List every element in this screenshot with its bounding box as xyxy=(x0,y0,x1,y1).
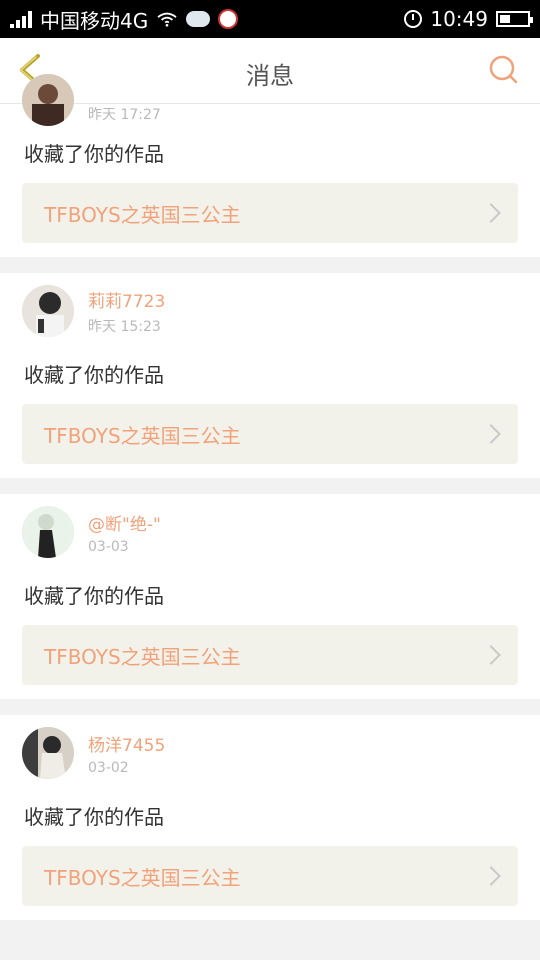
user-row: @断"绝-" 03-03 xyxy=(22,494,518,570)
message-time: 昨天 15:23 xyxy=(88,318,161,335)
work-title: TFBOYS之英国三公主 xyxy=(44,644,241,669)
search-icon[interactable] xyxy=(486,52,522,88)
page-title: 消息 xyxy=(246,62,294,90)
work-title: TFBOYS之英国三公主 xyxy=(44,423,241,448)
weather-icon xyxy=(186,5,211,27)
avatar[interactable] xyxy=(22,285,74,337)
user-name[interactable]: 莉莉7723 xyxy=(88,287,165,312)
wifi-icon xyxy=(157,12,177,27)
message-card: @断"绝-" 03-03 收藏了你的作品 TFBOYS之英国三公主 xyxy=(0,494,540,699)
notification-app-icon xyxy=(218,9,239,29)
message-time: 昨天 17:27 xyxy=(88,107,161,123)
divider xyxy=(0,478,540,494)
chevron-right-icon xyxy=(481,645,501,665)
action-text: 收藏了你的作品 xyxy=(24,805,164,829)
work-link[interactable]: TFBOYS之英国三公主 xyxy=(22,625,518,685)
signal-icon xyxy=(10,10,32,28)
divider xyxy=(0,699,540,715)
chevron-right-icon xyxy=(481,866,501,886)
message-time: 03-02 xyxy=(88,759,129,776)
work-link[interactable]: TFBOYS之英国三公主 xyxy=(22,404,518,464)
user-row: 莉莉7723 昨天 15:23 xyxy=(22,273,518,349)
work-title: TFBOYS之英国三公主 xyxy=(44,865,241,890)
user-meta: @断"绝-" 03-03 xyxy=(88,510,161,555)
avatar[interactable] xyxy=(22,506,74,558)
clock-time: 10:49 xyxy=(430,7,488,31)
work-title: TFBOYS之英国三公主 xyxy=(44,202,241,227)
user-row: 杨洋7455 03-02 xyxy=(22,715,518,791)
user-name[interactable]: @断"绝-" xyxy=(88,510,161,535)
divider xyxy=(0,257,540,273)
status-bar: 中国移动4G 10:49 xyxy=(0,0,540,38)
divider xyxy=(0,920,540,936)
message-time: 03-03 xyxy=(88,538,129,555)
user-row: 昨天 17:27 xyxy=(22,74,518,128)
user-meta: 昨天 17:27 xyxy=(88,104,161,124)
alarm-icon xyxy=(404,10,423,28)
work-link[interactable]: TFBOYS之英国三公主 xyxy=(22,846,518,906)
action-text: 收藏了你的作品 xyxy=(24,584,164,608)
user-meta: 莉莉7723 昨天 15:23 xyxy=(88,287,165,336)
chevron-right-icon xyxy=(481,203,501,223)
work-link[interactable]: TFBOYS之英国三公主 xyxy=(22,183,518,243)
status-left: 中国移动4G xyxy=(10,5,239,34)
message-card: 昨天 17:27 收藏了你的作品 TFBOYS之英国三公主 xyxy=(0,74,540,257)
action-text: 收藏了你的作品 xyxy=(24,142,164,166)
carrier-label: 中国移动4G xyxy=(40,8,149,33)
user-name[interactable]: 杨洋7455 xyxy=(88,731,165,756)
action-text: 收藏了你的作品 xyxy=(24,363,164,387)
user-meta: 杨洋7455 03-02 xyxy=(88,731,165,776)
avatar[interactable] xyxy=(22,727,74,779)
battery-icon xyxy=(496,11,533,27)
avatar[interactable] xyxy=(22,74,74,126)
message-card: 莉莉7723 昨天 15:23 收藏了你的作品 TFBOYS之英国三公主 xyxy=(0,273,540,478)
status-right: 10:49 xyxy=(404,7,533,31)
app-header: 消息 xyxy=(0,38,540,104)
chevron-right-icon xyxy=(481,424,501,444)
message-list: 昨天 17:27 收藏了你的作品 TFBOYS之英国三公主 莉莉7723 昨天 … xyxy=(0,74,540,936)
message-card: 杨洋7455 03-02 收藏了你的作品 TFBOYS之英国三公主 xyxy=(0,715,540,920)
